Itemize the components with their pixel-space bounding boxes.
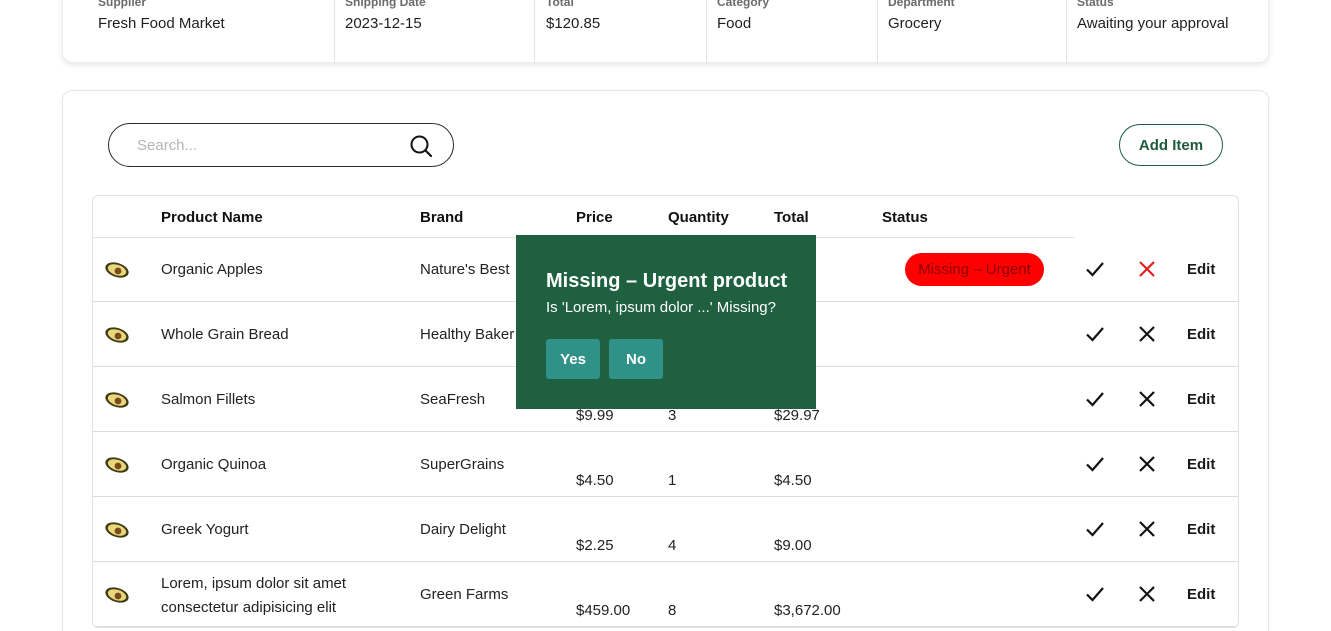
brand: Healthy Baker [420,326,515,343]
summary-value: Food [717,15,752,32]
price: $459.00 [576,602,631,619]
edit-button[interactable]: Edit [1187,586,1215,603]
table-row[interactable]: Lorem, ipsum dolor sit amet consectetur … [93,562,1238,627]
brand: SeaFresh [420,391,486,408]
summary-value: Awaiting your approval [1077,15,1229,32]
search-icon[interactable] [409,134,433,158]
summary-label: Total [546,0,574,9]
summary-total: Total $120.85 [534,0,600,64]
price: $4.50 [576,472,614,489]
product-name: Whole Grain Bread [161,326,289,343]
close-icon[interactable] [1135,517,1159,541]
avocado-icon [105,457,129,473]
edit-button[interactable]: Edit [1187,326,1215,343]
header-total: Total [774,209,809,226]
edit-button[interactable]: Edit [1187,391,1215,408]
missing-confirm-popup: Missing – Urgent product Is 'Lorem, ipsu… [516,235,816,409]
row-total: $3,672.00 [774,602,841,619]
product-name: Greek Yogurt [161,521,249,538]
summary-value: $120.85 [546,15,601,32]
check-icon[interactable] [1083,517,1107,541]
header-status: Status [882,209,928,226]
summary-label: Shipping Date [345,0,426,9]
avocado-icon [105,522,129,538]
header-product-name: Product Name [161,209,263,226]
summary-value: Fresh Food Market [98,15,225,32]
brand: Dairy Delight [420,521,506,538]
summary-label: Supplier [98,0,147,9]
close-icon[interactable] [1135,257,1159,281]
product-name: Organic Quinoa [161,456,267,473]
row-total: $29.97 [774,407,820,424]
status-badge: Missing – Urgent [905,253,1044,286]
summary-value: Grocery [888,15,942,32]
brand: Green Farms [420,586,509,603]
edit-button[interactable]: Edit [1187,456,1215,473]
summary-value: 2023-12-15 [345,15,422,32]
close-icon[interactable] [1135,452,1159,476]
summary-category: Category Food [706,0,769,64]
summary-status: Status Awaiting your approval [1066,0,1228,64]
avocado-icon [105,587,129,603]
close-icon[interactable] [1135,387,1159,411]
yes-button[interactable]: Yes [546,339,600,379]
quantity: 4 [668,537,677,554]
avocado-icon [105,262,129,278]
summary-label: Department [888,0,955,9]
summary-label: Status [1077,0,1114,9]
summary-label: Category [717,0,770,9]
add-item-button[interactable]: Add Item [1119,124,1223,166]
edit-button[interactable]: Edit [1187,521,1215,538]
search-box [108,123,454,167]
edit-button[interactable]: Edit [1187,261,1215,278]
header-brand: Brand [420,209,464,226]
summary-department: Department Grocery [877,0,955,64]
popup-message: Is 'Lorem, ipsum dolor ...' Missing? [546,299,776,316]
table-row[interactable]: Greek Yogurt Dairy Delight $2.25 4 $9.00… [93,497,1238,562]
table-row[interactable]: Organic Quinoa SuperGrains $4.50 1 $4.50… [93,432,1238,497]
no-button[interactable]: No [609,339,663,379]
brand: SuperGrains [420,456,505,473]
summary-shipping-date: Shipping Date 2023-12-15 [334,0,426,64]
quantity: 1 [668,472,677,489]
check-icon[interactable] [1083,322,1107,346]
quantity: 8 [668,602,677,619]
brand: Nature's Best [420,261,510,278]
price: $2.25 [576,537,614,554]
quantity: 3 [668,407,677,424]
order-summary-card: Supplier Fresh Food Market Shipping Date… [62,0,1269,64]
popup-title: Missing – Urgent product [546,270,788,292]
price: $9.99 [576,407,614,424]
product-name: Lorem, ipsum dolor sit amet consectetur … [161,575,347,616]
product-name: Salmon Fillets [161,391,256,408]
row-total: $4.50 [774,472,812,489]
search-input[interactable] [137,134,397,156]
avocado-icon [105,327,129,343]
close-icon[interactable] [1135,582,1159,606]
check-icon[interactable] [1083,582,1107,606]
check-icon[interactable] [1083,452,1107,476]
row-total: $9.00 [774,537,812,554]
avocado-icon [105,392,129,408]
product-name: Organic Apples [161,261,263,278]
close-icon[interactable] [1135,322,1159,346]
check-icon[interactable] [1083,387,1107,411]
check-icon[interactable] [1083,257,1107,281]
header-quantity: Quantity [668,209,729,226]
header-price: Price [576,209,613,226]
